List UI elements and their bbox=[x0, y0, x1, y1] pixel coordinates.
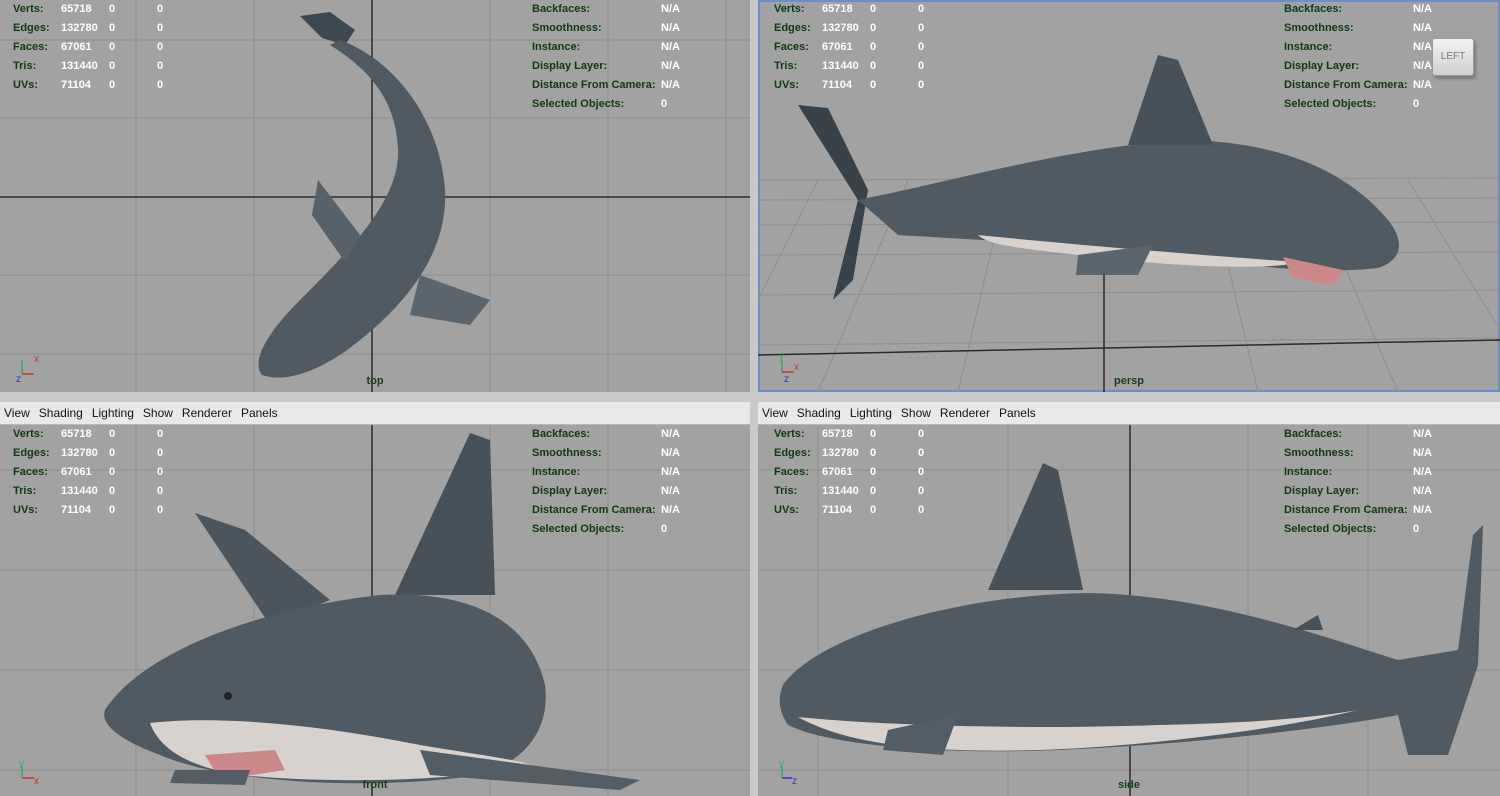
menu-panels[interactable]: Panels bbox=[241, 406, 278, 420]
camera-label-top: top bbox=[366, 375, 384, 387]
menu-renderer[interactable]: Renderer bbox=[940, 406, 990, 420]
panel-menubar: View Shading Lighting Show Renderer Pane… bbox=[0, 402, 750, 425]
viewport-top-canvas[interactable]: Verts: 65718 0 0 Edges: 132780 0 0 Faces: 67061… bbox=[0, 0, 750, 392]
camera-label-persp: persp bbox=[1114, 375, 1144, 387]
svg-text:x: x bbox=[794, 362, 799, 373]
svg-text:y: y bbox=[779, 352, 784, 363]
menu-show[interactable]: Show bbox=[901, 406, 931, 420]
poly-stats-right: Backfaces: N/A Smoothness: N/A Instance: N/… bbox=[532, 428, 680, 535]
menu-lighting[interactable]: Lighting bbox=[850, 406, 892, 420]
menu-renderer[interactable]: Renderer bbox=[182, 406, 232, 420]
poly-stats-right: Backfaces: N/A Smoothness: N/A Instance: N/… bbox=[1284, 428, 1432, 535]
svg-text:x: x bbox=[34, 354, 39, 365]
viewport-side-canvas[interactable]: Verts: 65718 0 0 Edges: 132780 0 0 Faces: 67061… bbox=[758, 425, 1500, 796]
menu-panels[interactable]: Panels bbox=[999, 406, 1036, 420]
viewport-persp-canvas[interactable]: Verts: 65718 0 0 Edges: 132780 0 0 Faces: 67061… bbox=[758, 0, 1500, 392]
viewcube-left[interactable]: LEFT bbox=[1432, 38, 1474, 76]
menu-shading[interactable]: Shading bbox=[797, 406, 841, 420]
camera-label-side: side bbox=[1117, 779, 1140, 791]
poly-stats-left: Verts: 65718 0 0 Edges: 132780 0 0 Faces: 67061… bbox=[13, 428, 164, 516]
menu-view[interactable]: View bbox=[4, 406, 30, 420]
poly-stats-left: Verts: 65718 0 0 Edges: 132780 0 0 Faces: 67061… bbox=[774, 3, 925, 91]
panel-menubar: View Shading Lighting Show Renderer Pane… bbox=[758, 402, 1500, 425]
viewport-front[interactable]: View Shading Lighting Show Renderer Pane… bbox=[0, 402, 750, 796]
poly-stats-left: Verts: 65718 0 0 Edges: 132780 0 0 Faces: 67061… bbox=[774, 428, 925, 516]
viewport-side[interactable]: View Shading Lighting Show Renderer Pane… bbox=[758, 402, 1500, 796]
menu-view[interactable]: View bbox=[762, 406, 788, 420]
shark-top-model bbox=[258, 12, 490, 378]
menu-lighting[interactable]: Lighting bbox=[92, 406, 134, 420]
poly-stats-right: Backfaces: N/A Smoothness: N/A Instance: N/… bbox=[1284, 3, 1432, 110]
poly-stats-right: Backfaces: N/A Smoothness: N/A Instance: N/… bbox=[532, 3, 680, 110]
poly-stats-left: Verts: 65718 0 0 Edges: 132780 0 0 Faces: 67061… bbox=[13, 3, 164, 91]
viewport-top[interactable]: Verts: 65718 0 0 Edges: 132780 0 0 Faces: 67061… bbox=[0, 0, 750, 392]
svg-text:y: y bbox=[19, 758, 24, 769]
viewport-front-canvas[interactable]: Verts: 65718 0 0 Edges: 132780 0 0 Faces: 67061… bbox=[0, 425, 750, 796]
svg-text:y: y bbox=[779, 758, 784, 769]
menu-show[interactable]: Show bbox=[143, 406, 173, 420]
camera-label-front: front bbox=[362, 779, 388, 791]
viewport-persp[interactable]: Verts: 65718 0 0 Edges: 132780 0 0 Faces: 67061… bbox=[758, 0, 1500, 392]
menu-shading[interactable]: Shading bbox=[39, 406, 83, 420]
